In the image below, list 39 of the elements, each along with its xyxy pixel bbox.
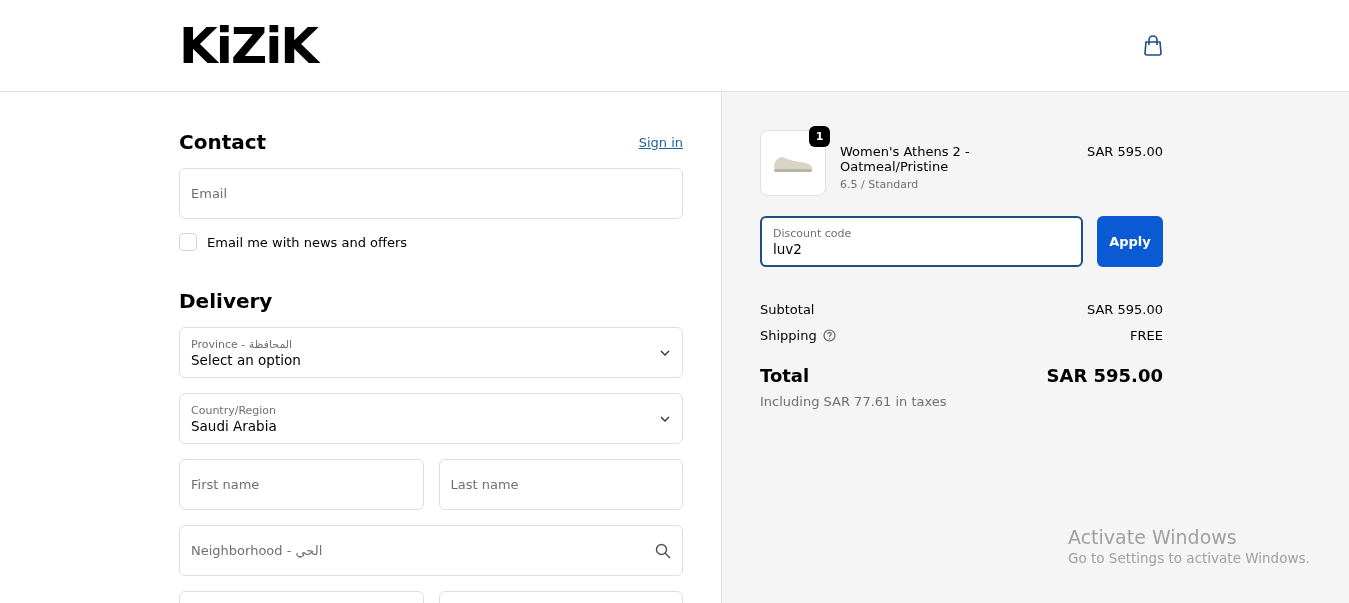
sign-in-link[interactable]: Sign in — [638, 134, 683, 150]
summary-label: Subtotal — [760, 302, 815, 317]
product-variant: 6.5 / Standard — [840, 178, 920, 191]
summary-value: SAR 595.00 — [1086, 302, 1163, 317]
field-value: Saudi Arabia — [191, 417, 277, 434]
activation-message: Go to Settings to activate Windows. — [1068, 550, 1310, 566]
field-label: Province - المحافظة — [191, 337, 294, 351]
input-field[interactable]: Last name — [438, 459, 683, 510]
field-placeholder: First name — [191, 477, 260, 492]
total-value: SAR 595.00 — [1046, 365, 1163, 386]
help-icon[interactable] — [822, 329, 836, 342]
section-title: Contact — [179, 130, 267, 154]
search-icon — [655, 542, 671, 559]
activation-title: Activate Windows — [1068, 526, 1238, 548]
checkbox[interactable] — [179, 233, 197, 251]
input-field[interactable]: Email — [179, 168, 683, 219]
shopping-bag-icon[interactable] — [1143, 34, 1163, 57]
total-label: Total — [760, 365, 810, 386]
summary-value: FREE — [1130, 328, 1163, 343]
product-price: SAR 595.00 — [1086, 143, 1163, 159]
field-value: luv2 — [773, 240, 803, 257]
field-value: Select an option — [191, 351, 301, 368]
section-title: Delivery — [179, 289, 273, 313]
field-placeholder: Neighborhood - الحي — [191, 543, 323, 558]
field-placeholder: Email — [191, 186, 228, 201]
apply-button[interactable]: Apply — [1097, 216, 1163, 267]
quantity-badge: 1 — [809, 126, 830, 147]
brand-logo[interactable]: KiZiK — [179, 20, 318, 71]
select-field[interactable]: Country/Region Saudi Arabia — [179, 393, 683, 444]
summary-label: Shipping — [760, 328, 817, 343]
checkbox-label: Email me with news and offers — [207, 234, 408, 250]
tax-note: Including SAR 77.61 in taxes — [760, 394, 948, 409]
input-field[interactable]: First name — [179, 459, 424, 510]
input-field[interactable]: Neighborhood - الحي — [179, 525, 683, 576]
field-label: Discount code — [773, 226, 852, 240]
product-name: Women's Athens 2 - Oatmeal/Pristine — [840, 144, 971, 174]
field-label: Country/Region — [191, 403, 277, 417]
field-placeholder: Last name — [450, 477, 519, 492]
discount-code-field[interactable]: Discount code luv2 — [760, 216, 1083, 267]
